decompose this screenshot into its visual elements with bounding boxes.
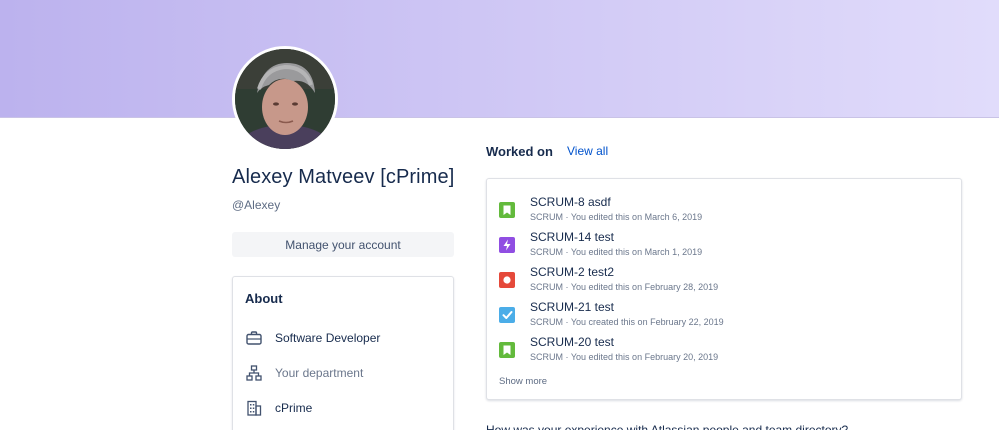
building-icon <box>245 399 263 417</box>
feedback-prompt: How was your experience with Atlassian p… <box>486 424 848 430</box>
worked-on-item-detail: You edited this on February 20, 2019 <box>570 352 719 362</box>
manage-account-button[interactable]: Manage your account <box>232 232 454 257</box>
worked-on-item[interactable]: SCRUM-20 test SCRUM · You edited this on … <box>499 335 939 367</box>
worked-on-item-detail: You edited this on March 1, 2019 <box>570 247 703 257</box>
about-department: Your department <box>275 366 364 380</box>
worked-on-item[interactable]: SCRUM-2 test2 SCRUM · You edited this on … <box>499 265 939 297</box>
worked-on-item-meta: SCRUM · You edited this on March 1, 2019 <box>530 247 702 257</box>
profile-header-banner <box>0 0 999 118</box>
worked-on-item-meta: SCRUM · You created this on February 22,… <box>530 317 724 327</box>
bug-icon <box>499 272 515 288</box>
meta-separator: · <box>563 317 571 327</box>
about-row-job-title[interactable]: Software Developer <box>245 328 380 348</box>
view-all-link[interactable]: View all <box>567 144 608 158</box>
worked-on-item-detail: You edited this on March 6, 2019 <box>570 212 703 222</box>
about-title: About <box>245 291 283 306</box>
worked-on-item-detail: You created this on February 22, 2019 <box>570 317 724 327</box>
worked-on-item[interactable]: SCRUM-8 asdf SCRUM · You edited this on M… <box>499 195 939 227</box>
meta-separator: · <box>563 282 571 292</box>
show-more-button[interactable]: Show more <box>499 376 547 387</box>
about-job-title: Software Developer <box>275 331 381 345</box>
worked-on-item-title: SCRUM-21 test <box>530 300 615 314</box>
about-row-department[interactable]: Your department <box>245 363 363 383</box>
about-card: About Software Developer Your department… <box>232 276 454 430</box>
worked-on-item-project: SCRUM <box>530 212 563 222</box>
worked-on-item-title: SCRUM-14 test <box>530 230 615 244</box>
profile-handle: @Alexey <box>232 198 281 212</box>
worked-on-item-project: SCRUM <box>530 317 563 327</box>
avatar-photo <box>235 49 335 149</box>
meta-separator: · <box>563 212 571 222</box>
worked-on-item-project: SCRUM <box>530 247 563 257</box>
epic-icon <box>499 237 515 253</box>
worked-on-item-title: SCRUM-2 test2 <box>530 265 615 279</box>
meta-separator: · <box>563 247 571 257</box>
worked-on-title: Worked on <box>486 144 553 159</box>
worked-on-item-title: SCRUM-8 asdf <box>530 195 611 209</box>
worked-on-card: SCRUM-8 asdf SCRUM · You edited this on M… <box>486 178 962 400</box>
story-icon <box>499 202 515 218</box>
worked-on-item-meta: SCRUM · You edited this on February 28, … <box>530 282 718 292</box>
worked-on-item-detail: You edited this on February 28, 2019 <box>570 282 719 292</box>
worked-on-item[interactable]: SCRUM-21 test SCRUM · You created this on… <box>499 300 939 332</box>
worked-on-item-title: SCRUM-20 test <box>530 335 615 349</box>
worked-on-item-meta: SCRUM · You edited this on March 6, 2019 <box>530 212 702 222</box>
profile-name: Alexey Matveev [cPrime] <box>232 166 455 188</box>
worked-on-item-project: SCRUM <box>530 282 563 292</box>
worked-on-item-project: SCRUM <box>530 352 563 362</box>
meta-separator: · <box>563 352 571 362</box>
worked-on-item-meta: SCRUM · You edited this on February 20, … <box>530 352 718 362</box>
task-icon <box>499 307 515 323</box>
avatar[interactable] <box>232 46 338 152</box>
about-row-organization[interactable]: cPrime <box>245 398 312 418</box>
org-chart-icon <box>245 364 263 382</box>
worked-on-item[interactable]: SCRUM-14 test SCRUM · You edited this on … <box>499 230 939 262</box>
briefcase-icon <box>245 329 263 347</box>
about-organization: cPrime <box>275 401 313 415</box>
story-icon <box>499 342 515 358</box>
